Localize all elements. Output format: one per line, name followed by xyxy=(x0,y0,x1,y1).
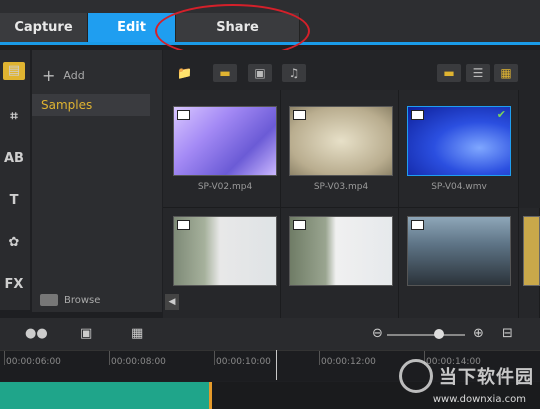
media-thumbnail xyxy=(289,106,393,176)
ruler-tick: 00:00:08:00 xyxy=(111,357,166,367)
media-item[interactable] xyxy=(163,208,281,326)
media-item[interactable] xyxy=(519,208,540,326)
browse-label: Browse xyxy=(64,294,101,306)
timeline-clip[interactable] xyxy=(0,382,212,409)
media-thumbnail xyxy=(407,216,511,286)
video-icon xyxy=(177,110,190,120)
list-view-icon[interactable]: ☰ xyxy=(466,64,490,82)
ruler-tick: 00:00:06:00 xyxy=(6,357,61,367)
video-icon xyxy=(411,220,424,230)
media-thumbnail xyxy=(523,216,540,286)
show-photos-icon[interactable]: ▣ xyxy=(248,64,272,82)
media-library-content: 📁 ▬ ▣ ♫ ▬ ☰ ▦ SP-V02.mp4 SP-V03.mp4 ✔ SP… xyxy=(163,50,540,326)
media-caption: SP-V02.mp4 xyxy=(197,182,253,192)
folder-icon[interactable]: 📁 xyxy=(177,64,192,82)
text-icon[interactable]: T xyxy=(3,192,25,210)
add-label: Add xyxy=(63,69,85,82)
video-icon xyxy=(411,110,424,120)
grid-view-icon[interactable]: ▦ xyxy=(494,64,518,82)
library-folder-samples[interactable]: Samples xyxy=(32,94,150,116)
watermark: 当下软件园 xyxy=(399,359,534,393)
video-icon xyxy=(177,220,190,230)
show-audio-icon[interactable]: ♫ xyxy=(282,64,306,82)
timeline-toolbar: ●● ▣ ▦ ⊖ ⊕ ⊟ xyxy=(0,318,540,350)
zoom-in-icon[interactable]: ⊕ xyxy=(473,326,484,341)
tab-capture[interactable]: Capture xyxy=(0,13,88,42)
playhead[interactable] xyxy=(276,350,277,380)
media-item[interactable] xyxy=(399,208,519,326)
media-thumbnail xyxy=(289,216,393,286)
watermark-text: 当下软件园 xyxy=(439,367,534,388)
media-icon[interactable]: ▤ xyxy=(3,62,25,80)
media-thumbnail: ✔ xyxy=(407,106,511,176)
title-ab-icon[interactable]: AB xyxy=(3,150,25,168)
browse-icon xyxy=(40,294,58,306)
scroll-left-arrow[interactable]: ◀ xyxy=(165,294,179,310)
media-item[interactable]: SP-V02.mp4 xyxy=(163,90,281,208)
ruler-tick: 00:00:10:00 xyxy=(216,357,271,367)
media-thumbnail xyxy=(173,216,277,286)
show-videos-icon[interactable]: ▬ xyxy=(213,64,237,82)
thumbnail-view-icon[interactable]: ▬ xyxy=(437,64,461,82)
checkmark-icon: ✔ xyxy=(496,108,506,121)
media-caption: SP-V03.mp4 xyxy=(313,182,369,192)
video-icon xyxy=(293,110,306,120)
zoom-out-icon[interactable]: ⊖ xyxy=(372,326,383,341)
browse-button[interactable]: Browse xyxy=(40,294,100,306)
zoom-slider[interactable] xyxy=(387,334,465,336)
transition-icon[interactable]: ⌗ xyxy=(3,108,25,126)
video-icon xyxy=(293,220,306,230)
fit-project-icon[interactable]: ⊟ xyxy=(502,326,513,341)
fx-icon[interactable]: FX xyxy=(3,276,25,294)
watermark-logo-icon xyxy=(399,359,433,393)
track-manager-icon[interactable]: ●● xyxy=(25,326,48,341)
storyboard-icon[interactable]: ▦ xyxy=(131,326,143,341)
library-panel: + Add Samples Browse xyxy=(32,50,162,312)
add-folder-button[interactable]: + Add xyxy=(42,66,85,85)
library-category-bar: ▤ ⌗ AB T ✿ FX xyxy=(0,50,30,310)
ruler-tick: 00:00:12:00 xyxy=(321,357,376,367)
add-title-icon[interactable]: ▣ xyxy=(80,326,92,341)
media-item[interactable]: SP-V03.mp4 xyxy=(281,90,399,208)
plus-icon: + xyxy=(42,66,56,85)
media-thumbnail xyxy=(173,106,277,176)
graphics-icon[interactable]: ✿ xyxy=(3,234,25,252)
zoom-slider-handle[interactable] xyxy=(434,329,444,339)
media-item-selected[interactable]: ✔ SP-V04.wmv xyxy=(399,90,519,208)
media-item[interactable] xyxy=(281,208,399,326)
media-caption: SP-V04.wmv xyxy=(431,182,487,192)
watermark-url: www.downxia.com xyxy=(432,394,526,405)
